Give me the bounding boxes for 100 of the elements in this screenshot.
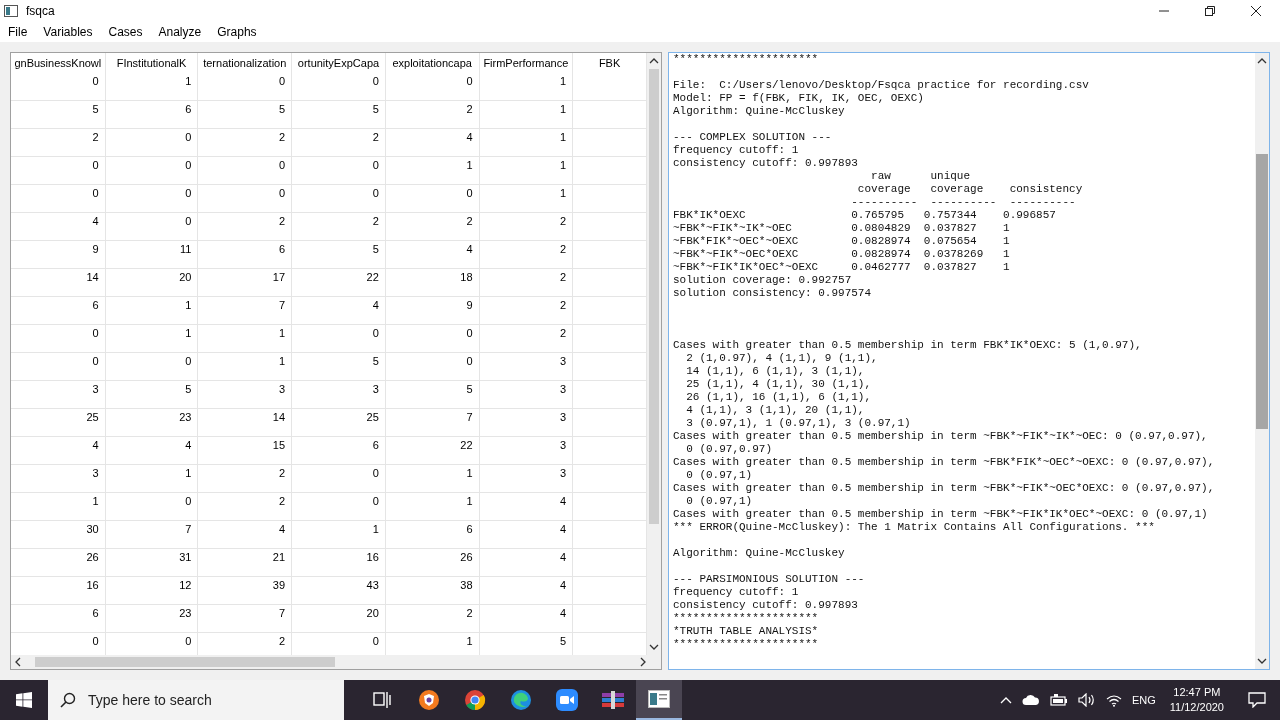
table-cell: 14: [198, 409, 293, 437]
table-cell: 0: [385, 325, 480, 353]
table-cell: 5: [11, 101, 106, 129]
table-cell: 0: [11, 185, 106, 213]
table-cell: 0: [198, 185, 293, 213]
table-cell: 0: [105, 493, 199, 521]
clock-date[interactable]: 11/12/2020: [1169, 700, 1224, 715]
cloud-icon[interactable]: [1021, 694, 1040, 706]
table-cell: 25: [11, 409, 106, 437]
app-icon: [4, 5, 18, 17]
table-cell: 0: [11, 325, 106, 353]
table-cell: 4: [479, 549, 574, 577]
chrome-icon: [464, 689, 486, 711]
table-cell: 0: [292, 185, 386, 213]
table-cell: 4: [105, 437, 199, 465]
table-cell: 7: [385, 409, 480, 437]
table-cell: 2: [198, 213, 293, 241]
horizontal-scrollbar[interactable]: [11, 655, 661, 669]
table-cell: 2: [479, 269, 574, 297]
maximize-icon[interactable]: [1204, 5, 1216, 17]
vertical-scrollbar[interactable]: [1255, 53, 1269, 669]
close-icon[interactable]: [1250, 5, 1262, 17]
search-field[interactable]: Type here to search: [48, 680, 344, 720]
table-cell: 3: [11, 465, 106, 493]
scroll-right-icon[interactable]: [639, 657, 647, 667]
table-cell: 3: [11, 381, 106, 409]
taskbar-app[interactable]: [636, 680, 682, 720]
table-cell: 2: [385, 101, 480, 129]
volume-icon[interactable]: [1077, 693, 1096, 707]
scroll-thumb[interactable]: [649, 69, 659, 524]
table-cell: 39: [198, 577, 293, 605]
column-header[interactable]: ortunityExpCapa: [292, 53, 386, 73]
table-cell: 0: [11, 353, 106, 381]
table-cell: 4: [292, 297, 386, 325]
table-cell: 4: [385, 241, 480, 269]
table-cell: 2: [385, 605, 480, 633]
table-cell: 0: [385, 185, 480, 213]
language-indicator[interactable]: ENG: [1131, 694, 1156, 706]
table-cell: 3: [292, 381, 386, 409]
window-title: fsqca: [26, 4, 55, 18]
search-icon: [60, 692, 76, 708]
books-icon: [601, 690, 625, 710]
table-cell: 6: [11, 297, 106, 325]
table-cell: 22: [292, 269, 386, 297]
scroll-up-icon[interactable]: [1257, 57, 1267, 65]
edge-icon: [510, 689, 532, 711]
table-cell: 4: [11, 437, 106, 465]
scroll-left-icon[interactable]: [14, 657, 22, 667]
table-cell: 5: [292, 101, 386, 129]
scroll-down-icon[interactable]: [649, 643, 659, 651]
column-header[interactable]: FirmPerformance: [479, 53, 574, 73]
scroll-up-icon[interactable]: [649, 57, 659, 65]
table-cell: 23: [105, 605, 199, 633]
table-cell: 17: [198, 269, 293, 297]
notification-icon[interactable]: [1248, 692, 1266, 708]
table-cell: 0: [11, 157, 106, 185]
battery-icon[interactable]: [1049, 694, 1068, 706]
table-cell: 2: [479, 241, 574, 269]
menu-item[interactable]: Graphs: [217, 25, 257, 39]
menu-item[interactable]: File: [8, 25, 28, 39]
table-cell: 0: [105, 129, 199, 157]
table-cell: 6: [385, 521, 480, 549]
task-view-icon: [373, 691, 393, 709]
column-header[interactable]: FBK: [573, 53, 647, 73]
menu-item[interactable]: Analyze: [158, 25, 202, 39]
table-cell: 6: [11, 605, 106, 633]
table-cell: 16: [292, 549, 386, 577]
table-cell: 1: [479, 73, 574, 101]
table-cell: 1: [292, 521, 386, 549]
start-icon[interactable]: [16, 692, 32, 708]
vertical-scrollbar[interactable]: [647, 53, 661, 655]
menu-item[interactable]: Cases: [108, 25, 143, 39]
table-cell: 3: [479, 353, 574, 381]
column-header[interactable]: exploitationcapa: [385, 53, 480, 73]
table-cell: 2: [292, 129, 386, 157]
scroll-thumb[interactable]: [1256, 154, 1268, 429]
table-cell: 6: [105, 101, 199, 129]
output-text: ********************** File: C:/Users/lenovo/Desktop/Fsqca practice for recording.csv Model: FP = f(FBK, FIK, IK, OEC, OEXC) Algorithm: Quine-McCluskey --- COMPLEX SOLUTION --- frequency cutoff: 1 consistency cutoff: 0.997893 raw unique coverage coverage consistency ---------- ---------- ---------- FBK*IK*OEXC 0.765795 0.757344 0.996857 ~FBK*~FIK*~IK*~OEC 0.0804829 0.037827 1 ~FBK*FIK*~OEC*~OEXC 0.0828974 0.075654 1 ~FBK*~FIK*~OEC*OEXC 0.0828974 0.0378269 1 ~FBK*~FIK*IK*OEC*~OEXC 0.0462777 0.037827 1 solution coverage: 0.992757 solution consistency: 0.997574 Cases with greater than 0.5 membership in term FBK*IK*OEXC: 5 (1,0.97), 2 (1,0.97), 4 (1,1), 9 (1,1), 14 (1,1), 6 (1,1), 3 (1,1), 25 (1,1), 4 (1,1), 30 (1,1), 26 (1,1), 16 (1,1), 6 (1,1), 4 (1,1), 3 (1,1), 20 (1,1), 3 (0.97,1), 1 (0.97,1), 3 (0.97,1) Cases with greater than 0.5 membership in term ~FBK*~FIK*~IK*~OEC: 0 (0.97,0.97), 0 (0.97,0.97) Cases with greater than 0.5 membership in term ~FBK*FIK*~OEC*~OEXC: 0 (0.97,0.97), 0 (0.97,1) Cases with greater than 0.5 membership in term ~FBK*~FIK*~OEC*OEXC: 0 (0.97,0.97), 0 (0.97,1) Cases with greater than 0.5 membership in term ~FBK*~FIK*IK*OEC*~OEXC: 0 (0.97,1) *** ERROR(Quine-McCluskey): The 1 Matrix Contains All Configurations. *** Algorithm: Quine-McCluskey --- PARSIMONIOUS SOLUTION --- frequency cutoff: 1 consistency cutoff: 0.997893 ********************** *TRUTH TABLE ANALYSIS* **********************: [673, 53, 1216, 651]
table-cell: 21: [198, 549, 293, 577]
clock-time[interactable]: 12:47 PM: [1173, 685, 1221, 700]
wifi-icon[interactable]: [1105, 693, 1122, 707]
video-camera-icon: [556, 689, 578, 711]
column-header[interactable]: ternationalization: [198, 53, 293, 73]
table-cell: 1: [105, 465, 199, 493]
menu-item[interactable]: Variables: [43, 25, 93, 39]
table-cell: 0: [292, 73, 386, 101]
table-cell: 6: [198, 241, 293, 269]
table-cell: 1: [479, 101, 574, 129]
column-header[interactable]: FInstitutionalK: [105, 53, 199, 73]
table-cell: 3: [198, 381, 293, 409]
table-cell: 11: [105, 241, 199, 269]
scroll-thumb[interactable]: [35, 657, 335, 667]
scroll-down-icon[interactable]: [1257, 657, 1267, 665]
table-cell: 0: [385, 353, 480, 381]
table-cell: 3: [479, 381, 574, 409]
table-cell: 16: [11, 577, 106, 605]
column-header[interactable]: gnBusinessKnowl: [11, 53, 106, 73]
chevron-up-icon[interactable]: [999, 696, 1012, 704]
table-cell: 5: [292, 241, 386, 269]
table-cell: 5: [385, 381, 480, 409]
